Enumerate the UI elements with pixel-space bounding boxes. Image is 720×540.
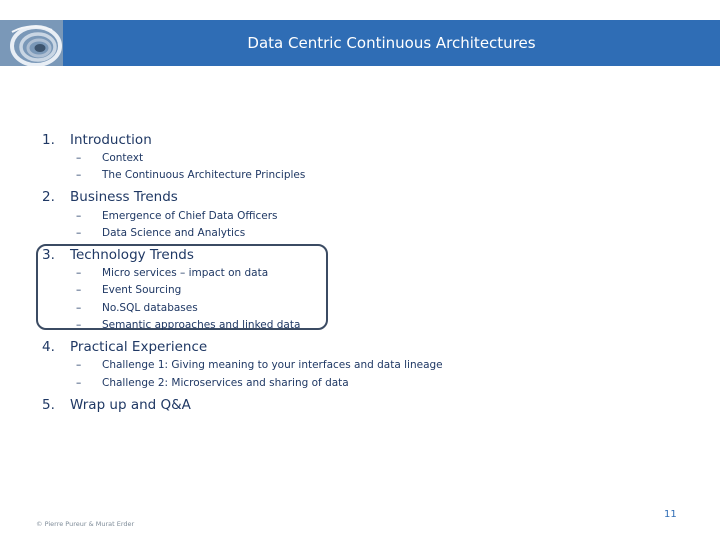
bullet-dash: –	[76, 169, 82, 181]
agenda: 1. Introduction – Context – The Continuo…	[0, 0, 720, 540]
section-title-wrap-up: Wrap up and Q&A	[70, 397, 191, 413]
agenda-item: No.SQL databases	[102, 302, 198, 314]
section-number: 1.	[42, 132, 55, 148]
section-title-introduction: Introduction	[70, 132, 152, 148]
section-title-business-trends: Business Trends	[70, 189, 178, 205]
section-title-practical-experience: Practical Experience	[70, 339, 208, 355]
agenda-item: Context	[102, 152, 144, 164]
bullet-dash: –	[76, 319, 82, 331]
section-number: 5.	[42, 397, 55, 413]
bullet-dash: –	[76, 210, 82, 222]
bullet-dash: –	[76, 359, 82, 371]
section-title-technology-trends: Technology Trends	[70, 247, 194, 263]
agenda-item: Emergence of Chief Data Officers	[102, 210, 278, 222]
agenda-item: Challenge 2: Microservices and sharing o…	[102, 377, 349, 389]
agenda-item: Micro services – impact on data	[102, 267, 269, 279]
bullet-dash: –	[76, 284, 82, 296]
section-number: 4.	[42, 339, 55, 355]
agenda-item: The Continuous Architecture Principles	[102, 169, 306, 181]
page-number: 11	[664, 509, 677, 520]
bullet-dash: –	[76, 267, 82, 279]
copyright-footer: © Pierre Pureur & Murat Erder	[36, 520, 135, 528]
bullet-dash: –	[76, 302, 82, 314]
section-number: 3.	[42, 247, 55, 263]
bullet-dash: –	[76, 227, 82, 239]
agenda-item: Semantic approaches and linked data	[102, 319, 301, 331]
bullet-dash: –	[76, 377, 82, 389]
bullet-dash: –	[76, 152, 82, 164]
section-number: 2.	[42, 189, 55, 205]
agenda-item: Challenge 1: Giving meaning to your inte…	[102, 359, 443, 371]
agenda-item: Event Sourcing	[102, 284, 182, 296]
agenda-item: Data Science and Analytics	[102, 227, 246, 239]
